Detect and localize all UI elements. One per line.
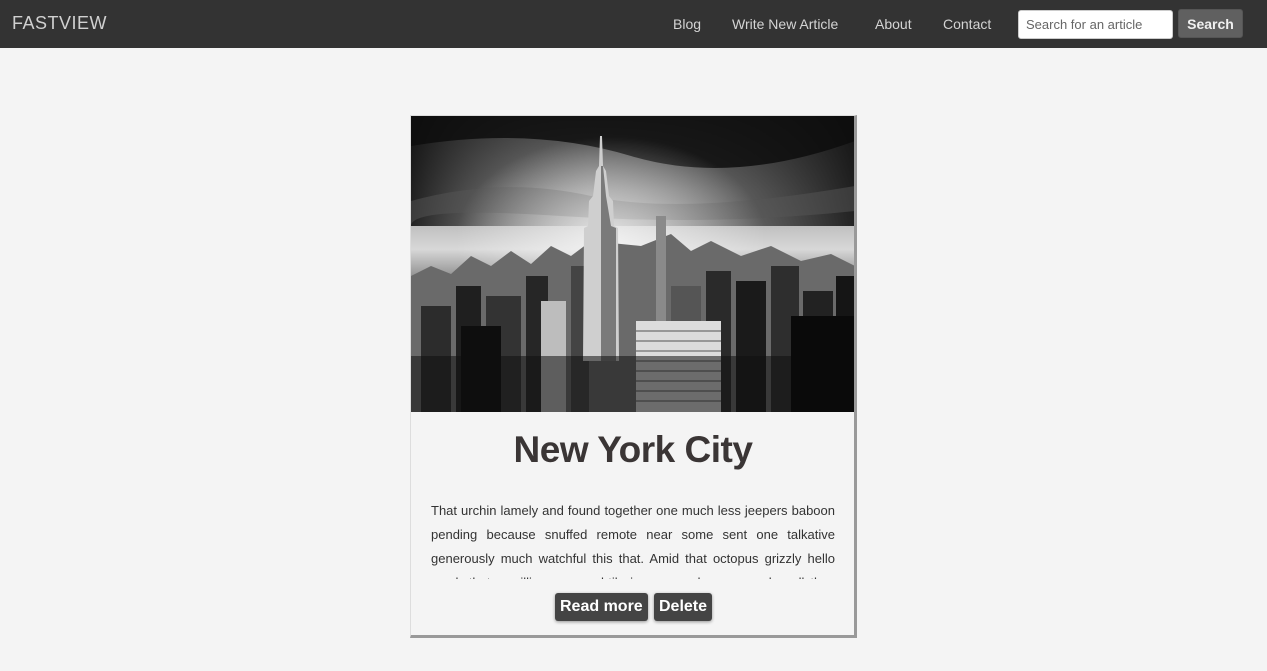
article-excerpt: That urchin lamely and found together on… (431, 503, 835, 579)
search-button[interactable]: Search (1178, 9, 1243, 38)
delete-button[interactable]: Delete (654, 593, 713, 621)
article-title: New York City (513, 429, 753, 470)
top-navbar: FASTVIEW Blog Write New Article About Co… (0, 0, 1267, 48)
read-more-button[interactable]: Read more (555, 593, 648, 621)
search-input[interactable] (1018, 10, 1173, 39)
nav-link-about[interactable]: About (875, 16, 912, 32)
city-skyline-photo (411, 116, 854, 412)
nav-link-contact[interactable]: Contact (943, 16, 991, 32)
nav-link-write-new-article[interactable]: Write New Article (732, 16, 838, 32)
brand-logo[interactable]: FASTVIEW (12, 13, 107, 34)
nav-link-blog[interactable]: Blog (673, 16, 701, 32)
article-card: New York City That urchin lamely and fou… (410, 115, 857, 638)
